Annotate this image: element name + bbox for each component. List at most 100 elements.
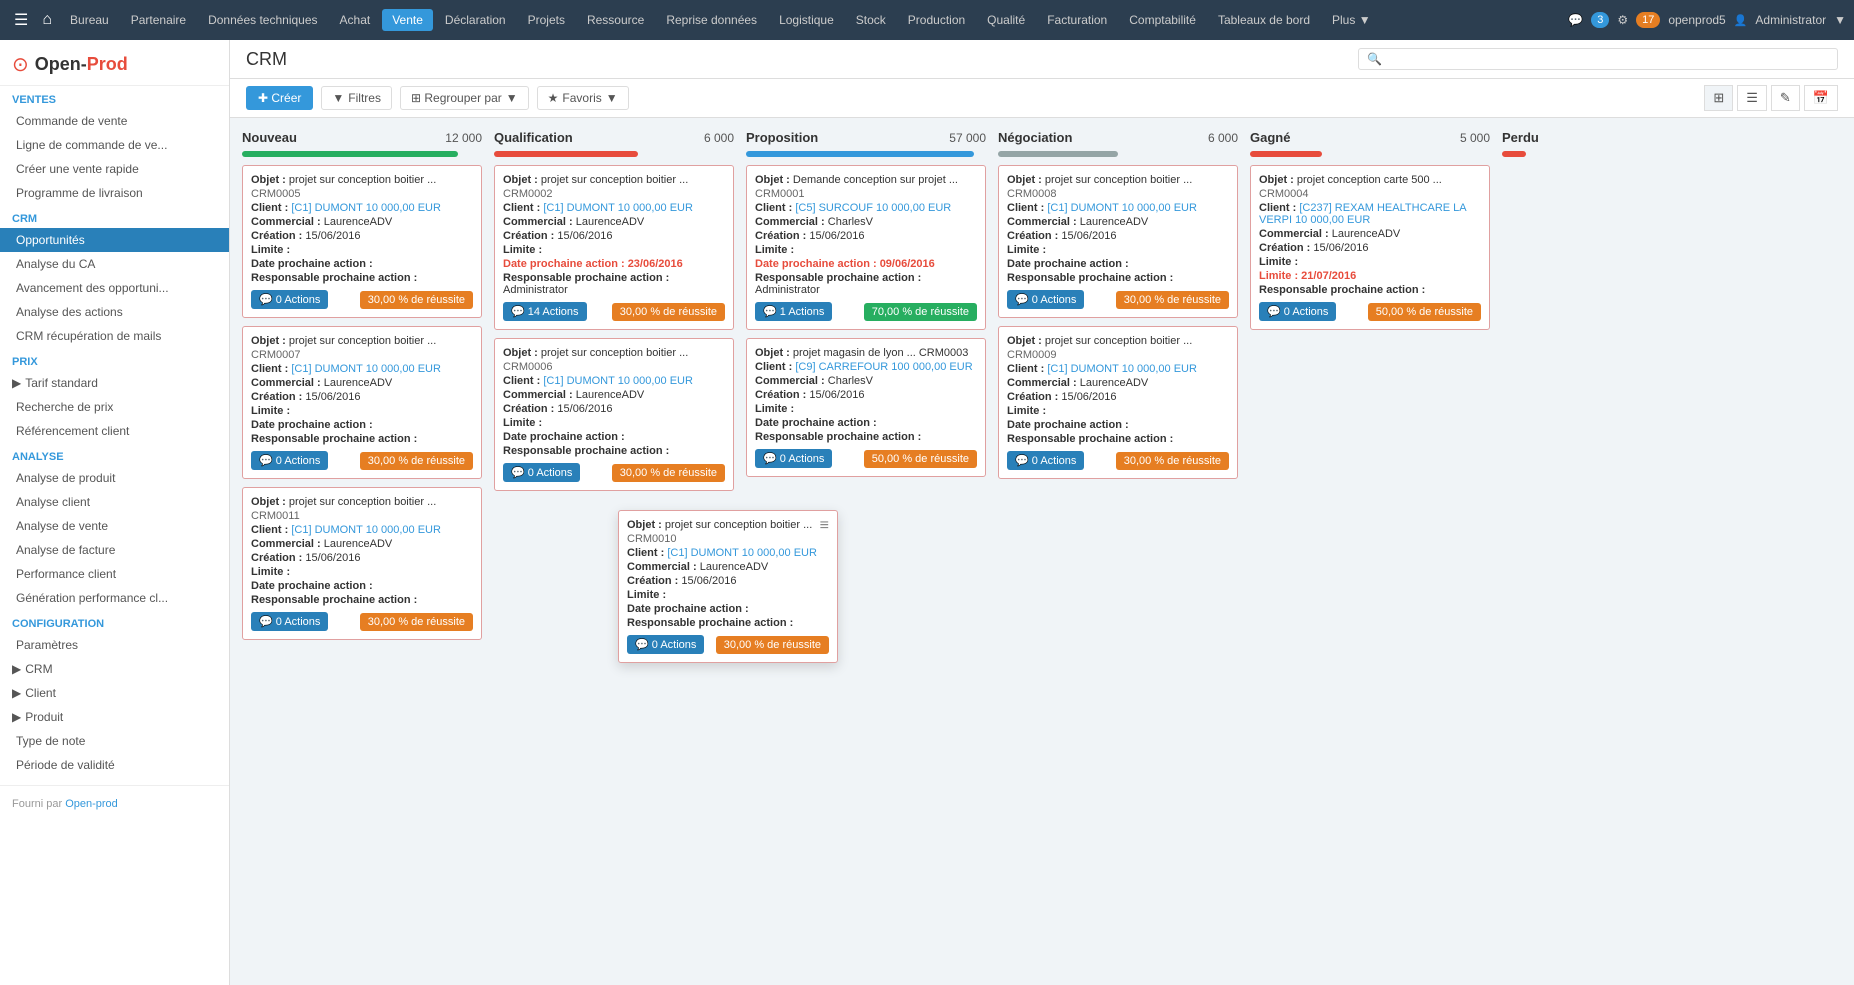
kanban-view-btn[interactable]: ⊞: [1704, 85, 1733, 111]
sidebar-item-vente-rapide[interactable]: Créer une vente rapide: [0, 157, 229, 181]
sidebar-item-tarif-standard[interactable]: ▶ Tarif standard: [0, 371, 229, 395]
success-button[interactable]: 30,00 % de réussite: [360, 452, 473, 470]
nav-ressource[interactable]: Ressource: [577, 9, 654, 31]
card-crm0005[interactable]: Objet : projet sur conception boitier ..…: [242, 165, 482, 318]
success-button[interactable]: 50,00 % de réussite: [1368, 303, 1481, 321]
card-crm0008[interactable]: Objet : projet sur conception boitier ..…: [998, 165, 1238, 318]
card-crm0001[interactable]: Objet : Demande conception sur projet ..…: [746, 165, 986, 330]
hamburger-icon[interactable]: ☰: [8, 10, 34, 30]
sidebar-item-opportunites[interactable]: Opportunités: [0, 228, 229, 252]
success-button[interactable]: 30,00 % de réussite: [1116, 452, 1229, 470]
success-button[interactable]: 30,00 % de réussite: [612, 464, 725, 482]
client-link[interactable]: [C1] DUMONT 10 000,00 EUR: [291, 202, 441, 214]
actions-button[interactable]: 💬 0 Actions: [1007, 451, 1084, 470]
sidebar-item-analyse-facture[interactable]: Analyse de facture: [0, 538, 229, 562]
sidebar-item-client-group[interactable]: ▶ Client: [0, 681, 229, 705]
sidebar-item-parametres[interactable]: Paramètres: [0, 633, 229, 657]
client-link[interactable]: [C1] DUMONT 10 000,00 EUR: [1047, 202, 1197, 214]
nav-qualite[interactable]: Qualité: [977, 9, 1035, 31]
edit-view-btn[interactable]: ✎: [1771, 85, 1800, 111]
card-crm0002[interactable]: Objet : projet sur conception boitier ..…: [494, 165, 734, 330]
actions-button[interactable]: 💬 0 Actions: [251, 290, 328, 309]
calendar-view-btn[interactable]: 📅: [1804, 85, 1838, 111]
search-box[interactable]: 🔍: [1358, 48, 1838, 70]
sidebar-item-commande-vente[interactable]: Commande de vente: [0, 109, 229, 133]
nav-achat[interactable]: Achat: [330, 9, 381, 31]
client-link[interactable]: [C1] DUMONT 10 000,00 EUR: [667, 547, 817, 559]
actions-button[interactable]: 💬 0 Actions: [251, 612, 328, 631]
sidebar-item-analyse-produit[interactable]: Analyse de produit: [0, 466, 229, 490]
actions-button[interactable]: 💬 0 Actions: [755, 449, 832, 468]
sidebar-item-programme-livraison[interactable]: Programme de livraison: [0, 181, 229, 205]
sidebar-item-analyse-ca[interactable]: Analyse du CA: [0, 252, 229, 276]
sidebar-item-analyse-vente[interactable]: Analyse de vente: [0, 514, 229, 538]
card-crm0009[interactable]: Objet : projet sur conception boitier ..…: [998, 326, 1238, 479]
nav-vente[interactable]: Vente: [382, 9, 433, 31]
client-link[interactable]: [C1] DUMONT 10 000,00 EUR: [291, 363, 441, 375]
sidebar-item-type-note[interactable]: Type de note: [0, 729, 229, 753]
sidebar-item-produit-group[interactable]: ▶ Produit: [0, 705, 229, 729]
card-crm0011[interactable]: Objet : projet sur conception boitier ..…: [242, 487, 482, 640]
actions-button[interactable]: 💬 14 Actions: [503, 302, 587, 321]
actions-button[interactable]: 💬 1 Actions: [755, 302, 832, 321]
nav-comptabilite[interactable]: Comptabilité: [1119, 9, 1206, 31]
sidebar-item-analyse-actions[interactable]: Analyse des actions: [0, 300, 229, 324]
card-menu-icon[interactable]: ≡: [820, 517, 829, 535]
home-icon[interactable]: ⌂: [36, 11, 58, 29]
actions-button[interactable]: 💬 0 Actions: [1007, 290, 1084, 309]
nav-projets[interactable]: Projets: [518, 9, 575, 31]
card-crm0007[interactable]: Objet : projet sur conception boitier ..…: [242, 326, 482, 479]
actions-button[interactable]: 💬 0 Actions: [251, 451, 328, 470]
sidebar-item-periode-validite[interactable]: Période de validité: [0, 753, 229, 777]
sidebar-item-generation-performance[interactable]: Génération performance cl...: [0, 586, 229, 610]
search-input[interactable]: [1386, 52, 1829, 66]
sidebar-item-recherche-prix[interactable]: Recherche de prix: [0, 395, 229, 419]
client-link[interactable]: [C5] SURCOUF 10 000,00 EUR: [795, 202, 951, 214]
group-button[interactable]: ⊞ Regrouper par ▼: [400, 86, 529, 110]
nav-tableaux-de-bord[interactable]: Tableaux de bord: [1208, 9, 1320, 31]
nav-production[interactable]: Production: [898, 9, 975, 31]
sidebar-item-analyse-client[interactable]: Analyse client: [0, 490, 229, 514]
msg-badge[interactable]: 3: [1591, 12, 1609, 28]
floating-card-crm0010[interactable]: ≡ Objet : projet sur conception boitier …: [618, 510, 838, 663]
sidebar-item-referencement-client[interactable]: Référencement client: [0, 419, 229, 443]
actions-button[interactable]: 💬 0 Actions: [627, 635, 704, 654]
actions-button[interactable]: 💬 0 Actions: [503, 463, 580, 482]
success-button[interactable]: 70,00 % de réussite: [864, 303, 977, 321]
sidebar-item-crm-group[interactable]: ▶ CRM: [0, 657, 229, 681]
nav-donnees-techniques[interactable]: Données techniques: [198, 9, 327, 31]
gear-badge[interactable]: 17: [1636, 12, 1660, 28]
nav-reprise-donnees[interactable]: Reprise données: [656, 9, 767, 31]
create-button[interactable]: ✚ Créer: [246, 86, 313, 110]
sidebar-item-ligne-commande[interactable]: Ligne de commande de ve...: [0, 133, 229, 157]
admin-label[interactable]: Administrator: [1755, 13, 1826, 27]
client-link[interactable]: [C1] DUMONT 10 000,00 EUR: [291, 524, 441, 536]
success-button[interactable]: 30,00 % de réussite: [360, 291, 473, 309]
success-button[interactable]: 30,00 % de réussite: [1116, 291, 1229, 309]
client-link[interactable]: [C1] DUMONT 10 000,00 EUR: [543, 202, 693, 214]
client-link[interactable]: [C1] DUMONT 10 000,00 EUR: [1047, 363, 1197, 375]
nav-bureau[interactable]: Bureau: [60, 9, 119, 31]
sidebar-item-avancement-opportuni[interactable]: Avancement des opportuni...: [0, 276, 229, 300]
nav-logistique[interactable]: Logistique: [769, 9, 844, 31]
success-button[interactable]: 50,00 % de réussite: [864, 450, 977, 468]
client-link[interactable]: [C9] CARREFOUR 100 000,00 EUR: [795, 361, 972, 373]
filter-button[interactable]: ▼ Filtres: [321, 86, 392, 110]
success-button[interactable]: 30,00 % de réussite: [360, 613, 473, 631]
card-crm0003[interactable]: Objet : projet magasin de lyon ... CRM00…: [746, 338, 986, 477]
sidebar-item-performance-client[interactable]: Performance client: [0, 562, 229, 586]
card-crm0006[interactable]: Objet : projet sur conception boitier ..…: [494, 338, 734, 491]
card-crm0004[interactable]: Objet : projet conception carte 500 ... …: [1250, 165, 1490, 330]
nav-declaration[interactable]: Déclaration: [435, 9, 516, 31]
sidebar-item-crm-mails[interactable]: CRM récupération de mails: [0, 324, 229, 348]
fav-button[interactable]: ★ Favoris ▼: [537, 86, 629, 110]
nav-partenaire[interactable]: Partenaire: [121, 9, 196, 31]
list-view-btn[interactable]: ☰: [1737, 85, 1767, 111]
success-button[interactable]: 30,00 % de réussite: [716, 636, 829, 654]
nav-stock[interactable]: Stock: [846, 9, 896, 31]
footer-link[interactable]: Open-prod: [65, 798, 118, 810]
username[interactable]: openprod5: [1668, 13, 1725, 27]
nav-facturation[interactable]: Facturation: [1037, 9, 1117, 31]
actions-button[interactable]: 💬 0 Actions: [1259, 302, 1336, 321]
success-button[interactable]: 30,00 % de réussite: [612, 303, 725, 321]
